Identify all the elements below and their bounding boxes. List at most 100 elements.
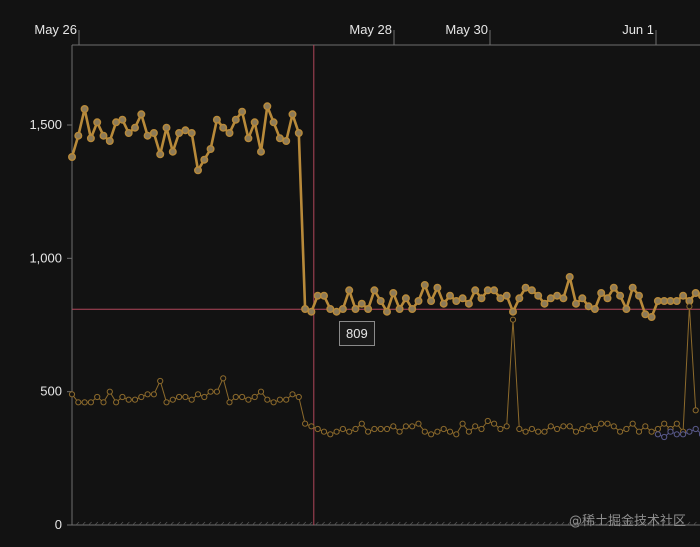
data-point [376, 297, 385, 306]
data-point [472, 423, 479, 430]
series-layer [67, 102, 700, 441]
data-point [257, 147, 266, 156]
data-point [661, 433, 668, 441]
data-point [553, 291, 562, 300]
data-point [289, 391, 296, 398]
data-point [118, 115, 127, 124]
data-point [327, 431, 334, 438]
data-point [415, 420, 422, 427]
data-point [572, 299, 581, 308]
data-point [308, 423, 315, 430]
data-point [578, 294, 587, 303]
y-tick-label: 1,500 [29, 117, 62, 132]
data-point [409, 423, 416, 430]
data-point [598, 420, 605, 427]
data-point [351, 305, 360, 314]
data-point [439, 299, 448, 308]
crosshair [72, 45, 700, 525]
data-point [560, 423, 567, 430]
data-point [357, 299, 366, 308]
data-point [257, 388, 265, 395]
data-point [471, 286, 480, 295]
data-point [383, 425, 391, 433]
data-point [585, 423, 592, 430]
data-point [283, 396, 290, 403]
data-point [452, 297, 461, 306]
data-point [559, 294, 568, 303]
data-point [434, 428, 441, 435]
data-point [390, 423, 397, 430]
data-point [516, 425, 523, 433]
data-point [295, 393, 302, 401]
data-point [584, 302, 593, 311]
data-point [540, 299, 549, 308]
data-point [220, 375, 227, 382]
data-point [130, 123, 139, 132]
data-point [352, 425, 359, 433]
data-point [603, 294, 612, 303]
data-point [239, 393, 246, 401]
data-point [428, 431, 435, 438]
data-point [275, 134, 284, 143]
data-point [503, 423, 510, 430]
data-point [294, 128, 303, 137]
data-point [238, 107, 247, 116]
data-point [162, 123, 171, 132]
data-point [244, 134, 253, 143]
data-point [465, 428, 472, 435]
y-tick-label: 1,000 [29, 250, 62, 265]
data-point [547, 423, 554, 430]
x-tick-label: May 30 [445, 22, 488, 37]
data-point [497, 425, 504, 433]
data-point [81, 399, 88, 406]
data-point [686, 428, 693, 435]
data-point [187, 128, 196, 137]
data-point [654, 431, 662, 438]
data-point [642, 423, 649, 430]
data-point [207, 388, 214, 395]
data-point [610, 423, 617, 430]
data-point [149, 128, 158, 137]
data-point [622, 305, 631, 314]
data-point [502, 291, 511, 300]
data-point [579, 425, 586, 433]
data-point [528, 425, 536, 433]
data-point [200, 155, 209, 164]
watermark: @稀土掘金技术社区 [568, 514, 686, 529]
data-point [175, 128, 184, 137]
data-point [250, 118, 259, 127]
data-point [302, 420, 309, 427]
data-point [213, 388, 220, 395]
data-point [251, 393, 258, 401]
data-point [477, 294, 486, 303]
data-point [75, 399, 82, 406]
data-point [590, 305, 599, 314]
x-tick-label: May 26 [34, 22, 77, 37]
data-point [219, 123, 228, 132]
data-point [231, 115, 240, 124]
data-point [691, 289, 700, 298]
data-point [326, 305, 335, 314]
y-tick-label: 500 [40, 384, 62, 399]
data-point [591, 425, 599, 433]
data-point [282, 136, 291, 145]
data-point [617, 428, 624, 435]
data-point [181, 126, 190, 135]
data-point [131, 396, 139, 403]
data-point [661, 420, 668, 427]
data-point [87, 399, 95, 406]
data-point [176, 393, 183, 401]
data-point [168, 147, 177, 156]
data-point [263, 102, 272, 111]
line-chart: 0 500 1,000 1,500 May 26 May 28 May 30 Jun 1 [29, 22, 700, 532]
data-point [464, 299, 473, 308]
data-point [535, 428, 542, 435]
data-point [68, 391, 76, 398]
data-point [420, 281, 429, 290]
data-point [226, 399, 233, 406]
data-point [496, 294, 505, 303]
data-point [119, 393, 126, 401]
data-point [193, 166, 202, 175]
y-tick-label: 0 [55, 517, 62, 532]
data-point [490, 286, 499, 295]
